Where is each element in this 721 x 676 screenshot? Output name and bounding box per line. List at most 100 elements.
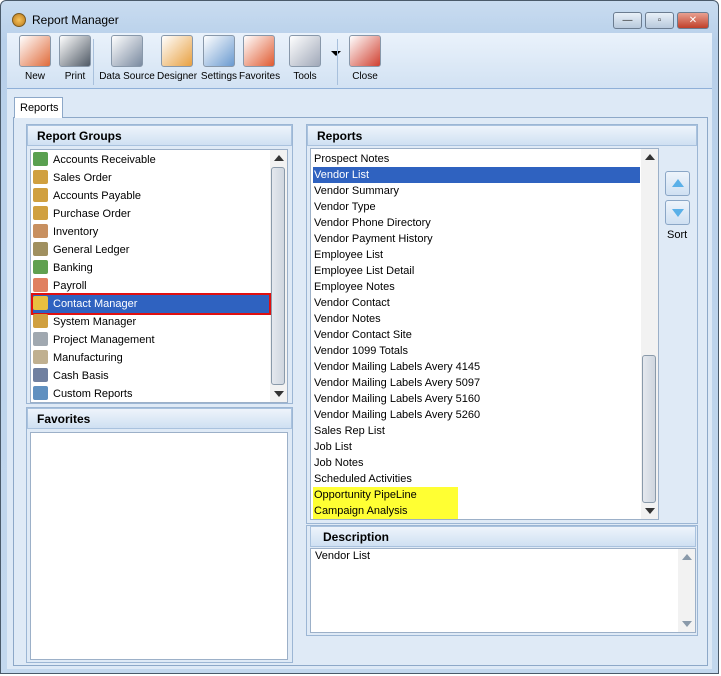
report-group-label: Custom Reports [53,388,133,400]
report-item[interactable]: Vendor Contact [313,295,390,311]
report-item[interactable]: Campaign Analysis [313,503,458,519]
reports-scrollbar[interactable] [641,149,658,519]
sort-down-button[interactable] [665,200,690,225]
toolbar-data-source-button[interactable]: Data Source [99,35,155,82]
report-group-item[interactable]: Inventory [33,223,269,241]
scroll-down-arrow-icon[interactable] [274,391,284,397]
report-item[interactable]: Job Notes [313,455,364,471]
toolbar-label: Close [352,71,378,82]
report-item[interactable]: Employee List [313,247,383,263]
description-header: Description [310,526,696,547]
description-text: Vendor List [315,550,371,562]
report-group-item[interactable]: General Ledger [33,241,269,259]
report-group-item[interactable]: Payroll [33,277,269,295]
report-item[interactable]: Vendor Payment History [313,231,433,247]
scroll-down-arrow-icon[interactable] [682,621,692,627]
scroll-up-arrow-icon[interactable] [682,554,692,560]
report-group-item[interactable]: Cash Basis [33,367,269,385]
toolbar-favorites-button[interactable]: Favorites [239,35,281,82]
toolbar-new-button[interactable]: New [15,35,55,82]
report-item[interactable]: Vendor Phone Directory [313,215,431,231]
description-box: Vendor List [310,548,696,633]
report-item[interactable]: Vendor 1099 Totals [313,343,408,359]
report-item[interactable]: Employee Notes [313,279,395,295]
scroll-down-arrow-icon[interactable] [645,508,655,514]
tools-dropdown-arrow-icon[interactable] [331,51,341,56]
report-group-item[interactable]: Sales Order [33,169,269,187]
report-item[interactable]: Vendor Contact Site [313,327,412,343]
report-item[interactable]: Vendor Mailing Labels Avery 5260 [313,407,480,423]
toolbar-settings-button[interactable]: Settings [199,35,239,82]
report-group-label: Payroll [53,280,87,292]
report-item[interactable]: Vendor Type [313,199,376,215]
report-group-item[interactable]: Banking [33,259,269,277]
report-group-icon [33,278,48,292]
designer-icon [161,35,193,67]
report-group-label: Project Management [53,334,155,346]
report-item[interactable]: Job List [313,439,352,455]
report-group-label: Cash Basis [53,370,109,382]
report-group-item[interactable]: Purchase Order [33,205,269,223]
report-item[interactable]: Vendor Mailing Labels Avery 5097 [313,375,480,391]
report-group-icon [33,188,48,202]
scroll-up-arrow-icon[interactable] [274,155,284,161]
favorites-icon [243,35,275,67]
report-group-item[interactable]: Contact Manager [31,293,271,315]
printer-icon [59,35,91,67]
favorites-list[interactable] [30,432,288,660]
report-group-item[interactable]: System Manager [33,313,269,331]
report-group-label: Banking [53,262,93,274]
groups-scrollbar[interactable] [270,150,287,402]
toolbar-designer-button[interactable]: Designer [157,35,197,82]
report-group-icon [33,386,48,400]
report-item[interactable]: Employee List Detail [313,263,414,279]
toolbar: New Print Data Source Designer Settings Favor… [7,33,712,89]
description-scrollbar[interactable] [678,549,695,632]
report-item[interactable]: Vendor Mailing Labels Avery 4145 [313,359,480,375]
minimize-button[interactable]: — [613,12,642,29]
favorites-header: Favorites [27,408,292,429]
report-group-icon [33,314,48,328]
report-group-item[interactable]: Custom Reports [33,385,269,402]
tab-reports[interactable]: Reports [14,97,63,118]
report-group-icon [33,350,48,364]
toolbar-tools-button[interactable]: Tools [285,35,341,82]
close-report-icon [349,35,381,67]
report-item[interactable]: Vendor List [313,167,640,183]
toolbar-label: Favorites [239,71,281,82]
scroll-thumb[interactable] [642,355,656,503]
toolbar-label: Settings [200,71,238,82]
report-item[interactable]: Scheduled Activities [313,471,412,487]
sort-label: Sort [667,229,688,241]
report-item[interactable]: Sales Rep List [313,423,385,439]
toolbar-label: Tools [293,71,317,82]
scroll-up-arrow-icon[interactable] [645,154,655,160]
report-item[interactable]: Vendor Summary [313,183,399,199]
report-group-item[interactable]: Accounts Payable [33,187,269,205]
report-group-label: System Manager [53,316,137,328]
report-group-icon [33,332,48,346]
toolbar-close-button[interactable]: Close [345,35,385,82]
report-item[interactable]: Vendor Notes [313,311,381,327]
toolbar-print-button[interactable]: Print [55,35,95,82]
settings-icon [203,35,235,67]
report-group-label: Manufacturing [53,352,123,364]
report-item[interactable]: Opportunity PipeLine [313,487,458,503]
report-item[interactable]: Vendor Mailing Labels Avery 5160 [313,391,480,407]
report-item[interactable]: Prospect Notes [313,151,389,167]
report-group-label: Inventory [53,226,99,238]
toolbar-label: Data Source [99,71,155,82]
toolbar-separator [93,39,94,85]
report-group-item[interactable]: Manufacturing [33,349,269,367]
report-group-item[interactable]: Accounts Receivable [33,151,269,169]
new-report-icon [19,35,51,67]
maximize-button[interactable]: ▫ [645,12,674,29]
close-window-button[interactable]: ✕ [677,12,709,29]
arrow-down-icon [672,209,684,217]
report-group-icon [33,224,48,238]
sort-up-button[interactable] [665,171,690,196]
report-group-icon [33,206,48,220]
scroll-thumb[interactable] [271,167,285,385]
report-group-item[interactable]: Project Management [33,331,269,349]
database-icon [111,35,143,67]
